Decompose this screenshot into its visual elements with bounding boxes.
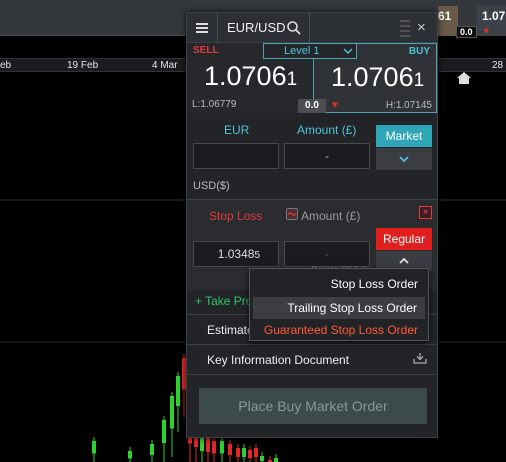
axis-date-label: eb [0, 60, 12, 71]
stop-type-regular-button[interactable]: Regular [376, 228, 432, 250]
header-divider [217, 13, 218, 43]
candle-body [228, 444, 232, 455]
candle-body [212, 441, 216, 454]
amount-column-label: Amount (£) [297, 123, 357, 137]
estimate-label[interactable]: Estimate [207, 323, 254, 337]
candle-body [274, 458, 278, 462]
close-button[interactable]: × [417, 19, 426, 36]
sell-price-main: 1.0706 [204, 61, 287, 91]
axis-date-label: 4 Mar [152, 60, 178, 71]
divider [187, 374, 437, 375]
stop-amount-label: Amount (£) [301, 209, 361, 223]
stop-loss-label: Stop Loss [209, 209, 263, 223]
spread-value: 0.0 [298, 99, 326, 113]
top-quote-2-arrow-icon: ▼ [482, 26, 491, 36]
sell-label: SELL [193, 45, 219, 56]
candle-body [254, 448, 258, 457]
take-profit-toggle[interactable]: + Take Pro [195, 294, 252, 308]
chevron-down-icon [399, 156, 409, 163]
order-type-market-button[interactable]: Market [376, 125, 432, 147]
buy-price-pip: 1 [413, 70, 425, 91]
menu-button[interactable] [189, 15, 215, 41]
axis-date-label: 28 [492, 60, 504, 71]
sell-price-pip: 1 [286, 69, 298, 90]
level-text: Level 1 [284, 45, 320, 57]
down-arrow-icon: ▼ [330, 100, 340, 111]
top-quote-1[interactable]: 61 0.0 [438, 6, 477, 38]
candle-body [170, 396, 174, 429]
candle-body [176, 376, 180, 406]
currency-column-label: EUR [224, 123, 250, 137]
sell-price: 1.07061 [204, 61, 297, 92]
low-price: L:1.06779 [192, 99, 237, 110]
candle-body [200, 436, 204, 451]
candle-body [162, 420, 166, 443]
remove-stop-button[interactable]: × [419, 206, 432, 219]
amount-input[interactable]: - [284, 143, 370, 169]
chevron-up-icon [399, 257, 409, 264]
buy-price-main: 1.0706 [331, 62, 414, 92]
divider [187, 344, 437, 345]
candle-body [150, 444, 154, 455]
hamburger-icon [196, 23, 208, 33]
wave-icon [287, 212, 297, 216]
key-information-document-link[interactable]: Key Information Document [207, 353, 349, 367]
ticket-header: EUR/USD × [187, 13, 437, 43]
level-select[interactable]: Level 1 [263, 43, 357, 59]
drag-handle-icon[interactable] [400, 17, 410, 39]
usd-label: USD($) [193, 180, 230, 192]
top-quote-2[interactable]: 1.07 ▼ [477, 6, 506, 36]
candle-body [206, 438, 210, 452]
candle-body [128, 451, 132, 459]
order-type-expand-button[interactable] [376, 148, 432, 170]
candle-body [248, 450, 252, 458]
download-icon[interactable] [413, 352, 427, 364]
candle-body [236, 448, 240, 457]
candle-body [260, 456, 264, 461]
stop-price-pip: 5 [254, 250, 260, 261]
stop-amount-input[interactable]: - [284, 241, 370, 267]
top-quote-2-main: 1.07 [482, 9, 506, 23]
top-quote-1-sub: 0.0 [456, 26, 477, 38]
instrument-symbol[interactable]: EUR/USD [227, 20, 286, 35]
dropdown-item-trailing-stop[interactable]: Trailing Stop Loss Order [253, 297, 425, 319]
high-price: H:1.07145 [385, 100, 432, 111]
stop-type-dropdown: Stop Loss Order Trailing Stop Loss Order… [249, 268, 429, 341]
buy-label: BUY [408, 46, 430, 57]
deal-ticket: EUR/USD × SELL 1.07061 L:1.06779 BUY 1.0… [186, 12, 438, 438]
axis-date-label: 19 Feb [67, 60, 99, 71]
toggle-icon[interactable] [286, 208, 298, 220]
stop-price-main: 1.0348 [217, 247, 255, 261]
candle-body [92, 441, 96, 454]
dropdown-item-guaranteed-stop[interactable]: Guaranteed Stop Loss Order [264, 319, 418, 341]
candle-body [220, 441, 224, 454]
buy-price: 1.07061 [331, 62, 424, 93]
search-icon[interactable] [286, 20, 302, 36]
header-divider [309, 13, 310, 43]
place-order-button[interactable]: Place Buy Market Order [199, 388, 427, 424]
chevron-down-icon [343, 48, 353, 55]
dropdown-item-stop-loss[interactable]: Stop Loss Order [331, 273, 418, 295]
candle-body [242, 448, 246, 457]
stop-price-input[interactable]: 1.03485 [193, 241, 279, 267]
top-quote-1-main: 61 [438, 9, 452, 23]
quantity-input[interactable] [193, 143, 279, 169]
